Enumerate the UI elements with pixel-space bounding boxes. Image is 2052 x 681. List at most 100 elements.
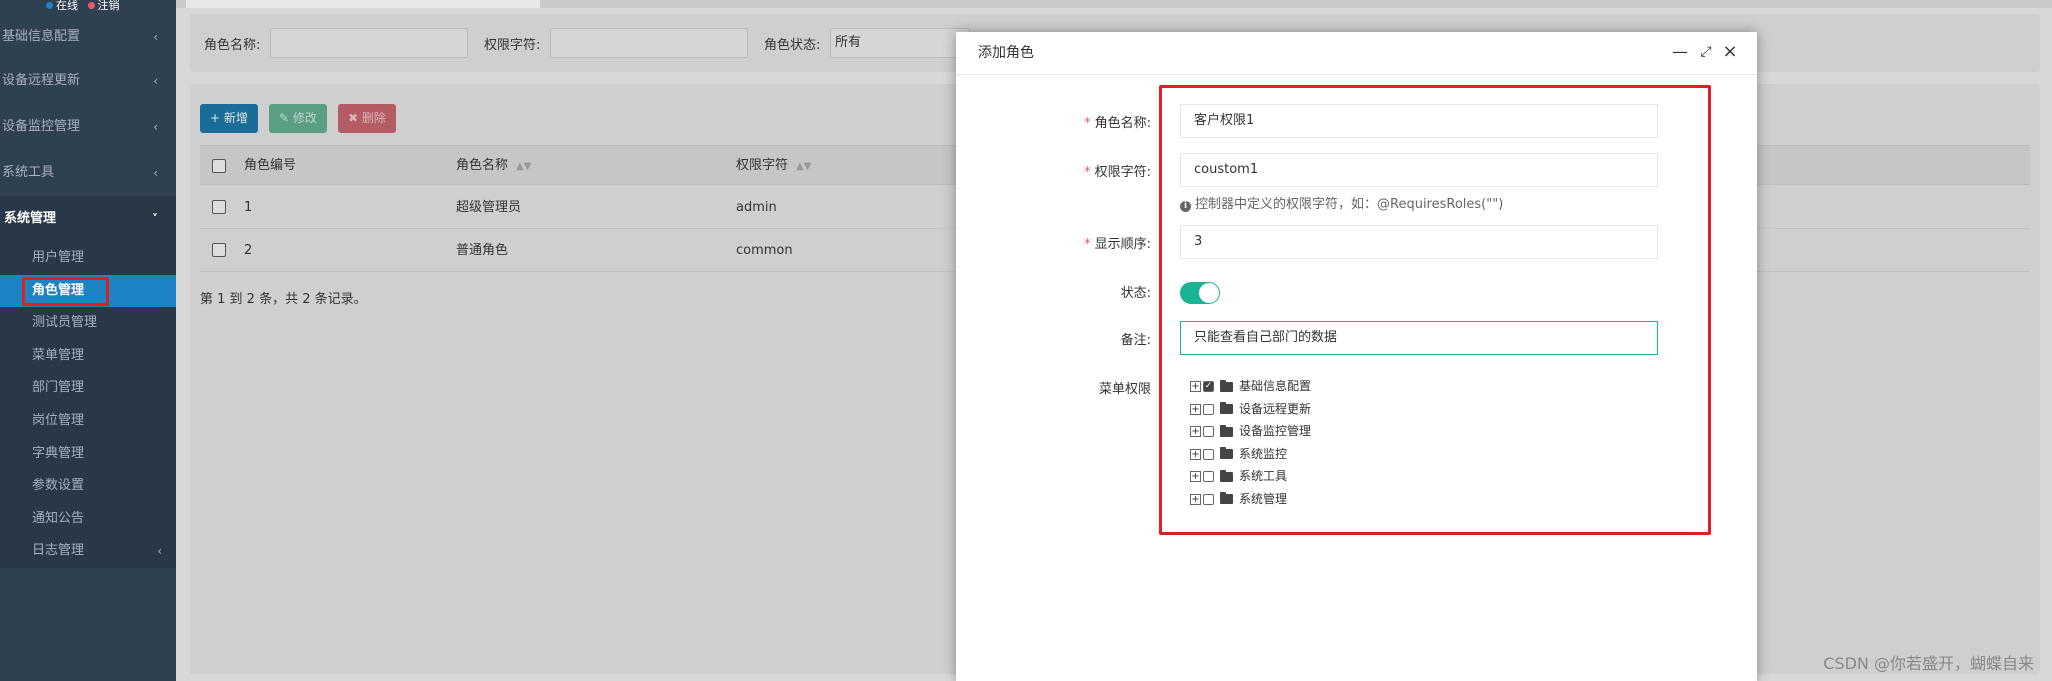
status-field-label: 状态:	[1120, 286, 1151, 301]
add-button[interactable]: + 新增	[200, 104, 258, 133]
folder-icon	[1220, 469, 1233, 482]
close-icon[interactable]: ×	[1722, 43, 1738, 61]
perm-field[interactable]: coustom1	[1180, 153, 1658, 187]
sidebar-item-dept-mgmt[interactable]: 部门管理	[0, 372, 176, 405]
tree-node-label: 设备远程更新	[1239, 401, 1312, 416]
tree-checkbox[interactable]: ✓	[1203, 381, 1214, 392]
sidebar-item-label: 部门管理	[32, 380, 85, 396]
sidebar-item-label: 菜单管理	[32, 347, 85, 363]
edit-button-label: 修改	[292, 111, 317, 125]
maximize-icon[interactable]: ⤢	[1698, 44, 1714, 60]
required-mark: *	[1084, 165, 1091, 180]
perm-field-label: * 权限字符:	[1001, 161, 1151, 180]
tree-node[interactable]: + 系统工具	[1190, 465, 1311, 488]
row-checkbox[interactable]	[212, 200, 226, 214]
perm-input[interactable]	[550, 28, 748, 58]
expand-icon[interactable]: +	[1190, 403, 1201, 415]
chevron-left-icon: ‹	[157, 544, 162, 559]
tree-node[interactable]: + 系统管理	[1190, 488, 1311, 511]
status-select[interactable]: 所有	[830, 28, 970, 58]
info-icon: i	[1180, 201, 1191, 212]
select-all-checkbox[interactable]	[212, 159, 226, 173]
role-name-field[interactable]: 客户权限1	[1180, 104, 1658, 138]
cell-name: 超级管理员	[456, 200, 522, 215]
remark-field-label: 备注:	[1120, 333, 1151, 348]
logout-link[interactable]: 注销	[98, 0, 120, 12]
logout-icon[interactable]	[87, 2, 95, 9]
cell-id: 1	[244, 200, 253, 215]
tree-node[interactable]: + ✓ 基础信息配置	[1190, 375, 1311, 398]
expand-icon[interactable]: +	[1190, 471, 1201, 483]
chevron-left-icon: ‹	[153, 120, 158, 134]
remark-field[interactable]: 只能查看自己部门的数据	[1180, 321, 1658, 355]
sidebar-item-params[interactable]: 参数设置	[0, 470, 176, 503]
tree-node-label: 设备监控管理	[1239, 424, 1312, 439]
tree-node-label: 系统工具	[1239, 469, 1288, 484]
tree-node[interactable]: + 设备监控管理	[1190, 420, 1311, 443]
chevron-left-icon: ‹	[153, 30, 158, 44]
tree-checkbox[interactable]	[1203, 426, 1214, 438]
col-header-name[interactable]: 角色名称 ▲▼	[456, 146, 531, 187]
expand-icon[interactable]: +	[1190, 381, 1201, 392]
perm-field-label-text: 权限字符:	[1094, 165, 1151, 180]
tree-checkbox[interactable]	[1203, 493, 1214, 505]
sidebar-item-post-mgmt[interactable]: 岗位管理	[0, 405, 176, 438]
cell-id: 2	[244, 243, 253, 258]
sidebar-item-dict-mgmt[interactable]: 字典管理	[0, 438, 176, 471]
sidebar-item-label: 系统管理	[4, 211, 57, 226]
perm-hint-text: 控制器中定义的权限字符，如：@RequiresRoles("")	[1195, 197, 1504, 212]
col-header-id[interactable]: 角色编号	[244, 146, 296, 186]
sidebar-item-label: 系统工具	[2, 165, 55, 180]
tree-checkbox[interactable]	[1203, 403, 1214, 415]
sidebar: 在线 注销 基础信息配置 ‹ 设备远程更新 ‹ 设备监控管理 ‹ 系统工具 ‹ 系统管理…	[0, 0, 176, 681]
role-name-input[interactable]	[270, 28, 468, 58]
sidebar-item-device-monitor[interactable]: 设备监控管理 ‹	[0, 104, 176, 150]
tree-node-label: 系统管理	[1239, 491, 1288, 506]
col-header-name-label: 角色名称	[456, 158, 509, 173]
col-header-key[interactable]: 权限字符 ▲▼	[736, 146, 811, 187]
sidebar-item-menu-mgmt[interactable]: 菜单管理	[0, 340, 176, 373]
sidebar-item-notice[interactable]: 通知公告	[0, 503, 176, 536]
tree-checkbox[interactable]	[1203, 448, 1214, 460]
status-toggle[interactable]	[1180, 282, 1220, 304]
expand-icon[interactable]: +	[1190, 493, 1201, 505]
sidebar-item-tester-mgmt[interactable]: 测试员管理	[0, 307, 176, 340]
chevron-left-icon: ‹	[153, 74, 158, 88]
online-label: 在线	[56, 0, 78, 12]
minimize-icon[interactable]: —	[1672, 44, 1688, 60]
folder-icon	[1220, 447, 1233, 460]
sidebar-item-label: 通知公告	[32, 510, 85, 526]
expand-icon[interactable]: +	[1190, 448, 1201, 460]
sidebar-item-remote-update[interactable]: 设备远程更新 ‹	[0, 58, 176, 104]
sidebar-item-system-admin[interactable]: 系统管理 ˅	[0, 196, 176, 242]
tree-node-label: 系统监控	[1239, 446, 1288, 461]
row-checkbox[interactable]	[212, 243, 226, 257]
edit-button[interactable]: ✎ 修改	[269, 104, 327, 133]
tree-node[interactable]: + 系统监控	[1190, 443, 1311, 466]
expand-icon[interactable]: +	[1190, 426, 1201, 438]
folder-icon	[1220, 379, 1233, 392]
menu-perm-tree: + ✓ 基础信息配置 + 设备远程更新 + 设备监控管理 + 系统监控 + 系统工具 + 系统…	[1190, 375, 1311, 511]
sidebar-item-basic-config[interactable]: 基础信息配置 ‹	[0, 16, 176, 58]
highlight-box	[22, 276, 109, 306]
sidebar-item-label: 岗位管理	[32, 412, 85, 428]
tree-node[interactable]: + 设备远程更新	[1190, 398, 1311, 421]
col-header-key-label: 权限字符	[736, 158, 789, 173]
sidebar-item-log-mgmt[interactable]: 日志管理 ‹	[0, 535, 176, 568]
tree-checkbox[interactable]	[1203, 471, 1214, 483]
cell-key: admin	[736, 200, 777, 215]
active-tab[interactable]	[186, 0, 540, 8]
sidebar-item-user-mgmt[interactable]: 用户管理	[0, 242, 176, 275]
required-mark: *	[1084, 116, 1091, 131]
folder-icon	[1220, 402, 1233, 415]
order-field[interactable]: 3	[1180, 225, 1658, 259]
delete-button[interactable]: ✖ 删除	[338, 104, 396, 133]
menu-perm-label: 菜单权限	[1098, 382, 1151, 397]
add-role-dialog: 添加角色 — ⤢ × * 角色名称: * 权限字符: * 显示顺序: 状态: 备注: …	[956, 32, 1757, 681]
sidebar-item-label: 参数设置	[32, 478, 85, 494]
watermark: CSDN @你若盛开，蝴蝶自来	[1823, 654, 2034, 673]
perm-label: 权限字符:	[484, 38, 541, 53]
sidebar-item-role-mgmt[interactable]: 角色管理	[0, 274, 176, 308]
cell-name: 普通角色	[456, 243, 509, 258]
sidebar-item-system-tools[interactable]: 系统工具 ‹	[0, 150, 176, 196]
